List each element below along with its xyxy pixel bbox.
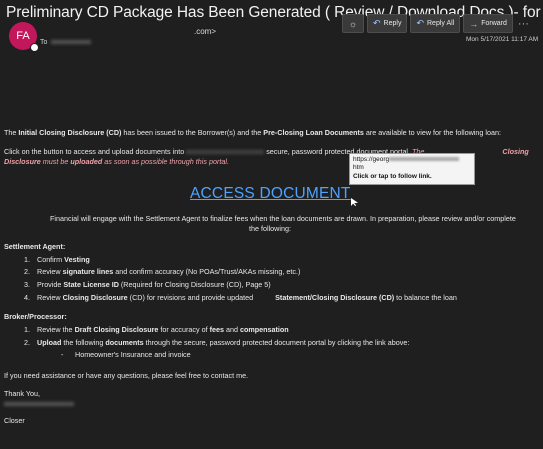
redacted-recipient (51, 40, 92, 45)
tooltip-url-end: htm (353, 164, 364, 172)
intro-pre-closing: Pre-Closing Loan Documents (263, 128, 364, 137)
forward-label: Forward (481, 20, 507, 27)
intro-text-3: are available to view for the following … (363, 128, 501, 137)
to-label: To (40, 39, 48, 46)
click-rest: as soon as possible through this portal. (102, 157, 229, 166)
list-item: 4. Review Closing Disclosure (CD) for rev… (24, 293, 457, 302)
sensitivity-button[interactable]: ☼ (342, 14, 364, 33)
access-document-link[interactable]: ACCESS DOCUMENT (190, 184, 351, 205)
sent-datetime: Mon 5/17/2021 11:17 AM (466, 36, 539, 43)
list-item: - Homeowner's Insurance and invoice (61, 350, 191, 359)
link-tooltip: https://georg htm Click or tap to follow… (349, 153, 475, 185)
recipient-line: To (40, 39, 92, 46)
intro-paragraph: The Initial Closing Disclosure (CD) has … (4, 128, 501, 138)
presence-indicator (30, 43, 39, 52)
click-must: must be (40, 157, 71, 166)
intro-text-2: has been issued to the Borrower(s) and t… (121, 128, 264, 137)
list-item: 2. Review signature lines and confirm acc… (24, 267, 301, 276)
list-item: 1. Review the Draft Closing Disclosure fo… (24, 325, 289, 334)
forward-button[interactable]: → Forward (463, 14, 513, 33)
broker-processor-heading: Broker/Processor: (4, 312, 67, 321)
intro-text: The (4, 128, 19, 137)
reply-icon: ↶ (373, 18, 381, 28)
message-toolbar: ☼ ↶ Reply ↶ Reply All → Forward ··· (342, 14, 531, 33)
tooltip-url: https://georg (353, 156, 390, 163)
reply-all-button[interactable]: ↶ Reply All (410, 14, 461, 33)
assistance-paragraph: If you need assistance or have any quest… (4, 371, 249, 380)
list-item: 2. Upload the following documents through… (24, 338, 410, 347)
sender-address[interactable]: .com> (194, 27, 216, 36)
redacted-name (4, 402, 74, 407)
forward-icon: → (469, 18, 479, 29)
intro-cd: Initial Closing Disclosure (CD) (18, 128, 122, 137)
reply-all-label: Reply All (427, 20, 455, 27)
redacted-company (186, 150, 265, 155)
financial-paragraph: Financial will engage with the Settlemen… (50, 214, 516, 223)
reply-all-icon: ↶ (416, 18, 424, 28)
sun-icon: ☼ (348, 18, 358, 29)
financial-paragraph-line2: the following: (249, 224, 291, 233)
click-closing: Closing (502, 147, 529, 156)
more-actions-button[interactable]: ··· (516, 14, 531, 33)
tooltip-hint: Click or tap to follow link. (353, 172, 432, 180)
list-item: 1. Confirm Vesting (24, 255, 90, 264)
list-item: 3. Provide State License ID (Required for… (24, 280, 271, 289)
mouse-cursor-icon (351, 198, 358, 206)
reply-button[interactable]: ↶ Reply (367, 14, 408, 33)
click-paragraph-line2: Disclosure must be uploaded as soon as p… (4, 157, 229, 167)
click-text: Click on the button to access and upload… (4, 147, 185, 156)
settlement-agent-heading: Settlement Agent: (4, 242, 66, 251)
click-disclosure: Disclosure (4, 157, 41, 166)
signature-name (4, 399, 74, 409)
sign-off: Thank You, (4, 389, 40, 398)
click-uploaded: uploaded (70, 157, 103, 166)
signature-title: Closer (4, 416, 25, 425)
reply-label: Reply (383, 20, 402, 27)
redacted-url (389, 157, 460, 162)
